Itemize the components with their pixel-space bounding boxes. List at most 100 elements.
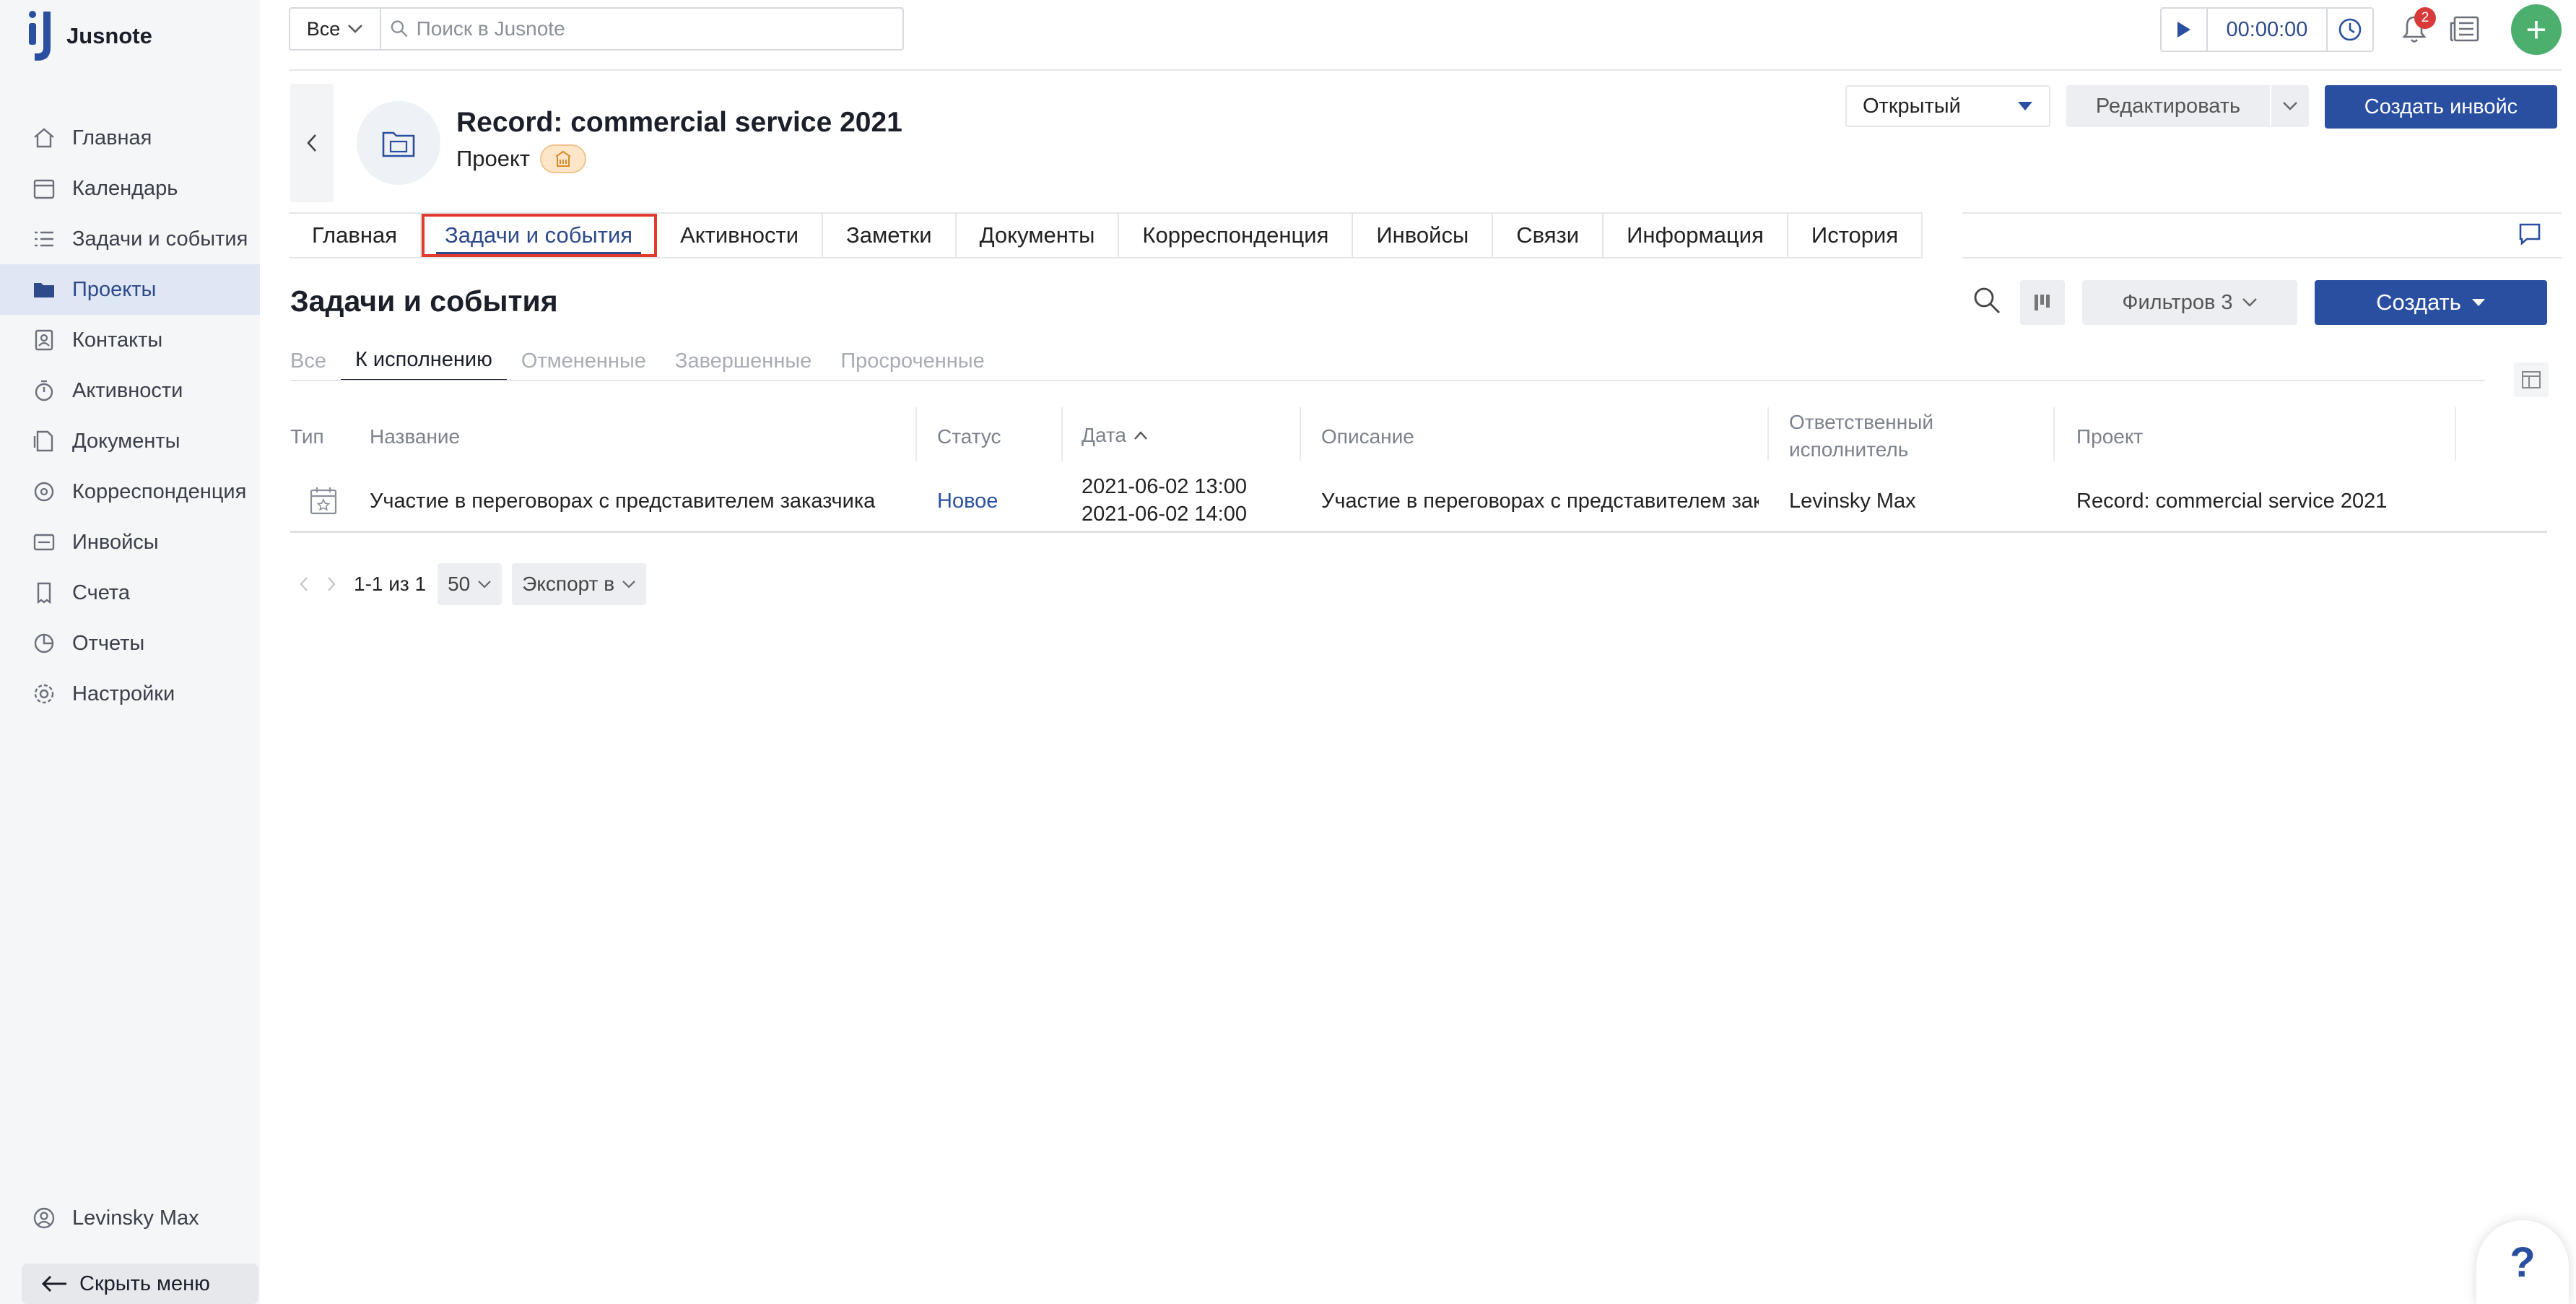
column-header-date-label: Дата — [1082, 424, 1127, 446]
clock-icon — [2338, 18, 2362, 41]
task-project[interactable]: Record: commercial service 2021 — [2076, 490, 2387, 513]
back-button[interactable] — [290, 84, 334, 202]
sidebar-item-tasks[interactable]: Задачи и события — [0, 214, 260, 264]
folder-icon — [34, 283, 54, 297]
column-header-description[interactable]: Описание — [1321, 423, 1414, 451]
column-header-date[interactable]: Дата — [1082, 422, 1148, 449]
sidebar-item-reports[interactable]: Отчеты — [0, 618, 260, 669]
column-divider[interactable] — [915, 407, 917, 461]
task-status[interactable]: Новое — [937, 490, 998, 513]
quick-add-button[interactable]: + — [2511, 4, 2562, 55]
tab-activities[interactable]: Активности — [657, 214, 824, 257]
sidebar-user[interactable]: Levinsky Max — [32, 1206, 199, 1230]
sidebar-item-contacts[interactable]: Контакты — [0, 315, 260, 365]
edit-button[interactable]: Редактировать — [2066, 85, 2270, 127]
column-divider[interactable] — [1767, 407, 1769, 461]
column-settings-button[interactable] — [2514, 362, 2549, 397]
column-divider[interactable] — [1061, 407, 1063, 461]
column-header-assignee-line2: исполнитель — [1789, 438, 1909, 461]
tab-correspondence[interactable]: Корреспонденция — [1119, 214, 1354, 257]
column-header-type: Тип — [290, 425, 324, 448]
tab-tasks-events[interactable]: Задачи и события — [422, 214, 658, 257]
kanban-icon — [2035, 295, 2050, 310]
prev-page-button[interactable] — [290, 563, 318, 605]
home-icon — [34, 128, 54, 148]
search-input[interactable] — [416, 17, 902, 40]
record-status-select[interactable]: Открытый — [1845, 85, 2050, 127]
chevron-down-icon — [348, 25, 363, 33]
comment-icon[interactable] — [2517, 221, 2543, 247]
search-icon — [391, 20, 408, 38]
subtab-to-do[interactable]: К исполнению — [340, 341, 507, 381]
project-type-badge — [540, 144, 587, 173]
filters-button[interactable]: Фильтров 3 — [2082, 280, 2297, 325]
create-button[interactable]: Создать — [2315, 280, 2547, 325]
timer-play-button[interactable] — [2162, 9, 2208, 51]
sidebar-item-correspondence[interactable]: Корреспонденция — [0, 466, 260, 517]
tab-documents[interactable]: Документы — [957, 214, 1120, 257]
tab-links[interactable]: Связи — [1493, 214, 1604, 257]
sidebar-item-calendar[interactable]: Календарь — [0, 163, 260, 214]
sidebar-item-settings[interactable]: Настройки — [0, 669, 260, 719]
project-folder-icon — [382, 131, 415, 157]
subtab-all[interactable]: Все — [290, 341, 341, 381]
sidebar-item-home[interactable]: Главная — [0, 113, 260, 163]
export-label: Экспорт в — [522, 573, 615, 595]
sidebar-item-invoices[interactable]: Инвойсы — [0, 517, 260, 568]
subtab-cancelled[interactable]: Отмененные — [507, 341, 661, 381]
sidebar: Jusnote Главная Календарь Задачи и событ… — [0, 0, 260, 1304]
page-size-select[interactable]: 50 — [438, 563, 502, 605]
sidebar-item-projects[interactable]: Проекты — [0, 264, 260, 315]
hide-menu-button[interactable]: Скрыть меню — [22, 1264, 258, 1304]
chevron-down-icon — [2283, 102, 2297, 110]
chevron-left-icon — [300, 577, 308, 591]
sidebar-item-documents[interactable]: Документы — [0, 416, 260, 466]
column-divider[interactable] — [2455, 407, 2456, 461]
pagination-range: 1-1 из 1 — [354, 573, 427, 595]
search-field — [381, 9, 902, 49]
column-divider[interactable] — [1300, 407, 1301, 461]
columns-icon — [2522, 371, 2541, 388]
tabs-divider-bottom — [1962, 257, 2562, 258]
next-page-button[interactable] — [318, 563, 345, 605]
column-header-assignee[interactable]: Ответственный исполнитель — [1789, 409, 1933, 464]
sidebar-item-activities[interactable]: Активности — [0, 365, 260, 416]
create-invoice-button[interactable]: Создать инвойс — [2325, 85, 2557, 129]
edit-dropdown-button[interactable] — [2271, 85, 2309, 127]
tab-invoices[interactable]: Инвойсы — [1353, 214, 1494, 257]
sidebar-item-label: Контакты — [72, 328, 163, 352]
sidebar-user-name: Levinsky Max — [72, 1206, 199, 1230]
table-header: Тип Название Статус Дата Описание Ответс… — [290, 401, 2547, 471]
column-header-name[interactable]: Название — [370, 423, 460, 451]
search-scope-select[interactable]: Все — [290, 9, 381, 49]
record-title: Record: commercial service 2021 — [456, 107, 902, 138]
task-name[interactable]: Участие в переговорах с представителем з… — [370, 490, 904, 513]
table-row[interactable]: Участие в переговорах с представителем з… — [290, 471, 2547, 533]
export-button[interactable]: Экспорт в — [512, 563, 647, 605]
caret-down-icon — [2471, 299, 2485, 306]
task-assignee[interactable]: Levinsky Max — [1789, 490, 1916, 513]
mail-icon — [34, 482, 54, 502]
column-header-status[interactable]: Статус — [937, 423, 1001, 451]
chevron-down-icon — [478, 581, 492, 588]
arrow-left-icon — [41, 1275, 66, 1292]
tab-information[interactable]: Информация — [1604, 214, 1788, 257]
app-logo[interactable]: Jusnote — [26, 9, 152, 64]
chevron-down-icon — [2242, 298, 2257, 307]
kanban-view-button[interactable] — [2020, 280, 2065, 325]
tab-history[interactable]: История — [1788, 214, 1923, 257]
subtab-completed[interactable]: Завершенные — [661, 341, 826, 381]
tab-main[interactable]: Главная — [289, 214, 422, 257]
sidebar-item-label: Настройки — [72, 682, 175, 705]
column-divider[interactable] — [2053, 407, 2055, 461]
search-icon[interactable] — [1971, 284, 2003, 316]
subtab-overdue[interactable]: Просроченные — [826, 341, 998, 381]
tab-notes[interactable]: Заметки — [823, 214, 957, 257]
help-button[interactable]: ? — [2476, 1220, 2569, 1304]
chevron-right-icon — [328, 577, 336, 591]
column-header-project[interactable]: Проект — [2076, 423, 2143, 451]
timer-history-button[interactable] — [2326, 9, 2372, 51]
event-calendar-icon — [310, 487, 337, 515]
news-icon[interactable] — [2449, 14, 2481, 43]
sidebar-item-accounts[interactable]: Счета — [0, 568, 260, 618]
